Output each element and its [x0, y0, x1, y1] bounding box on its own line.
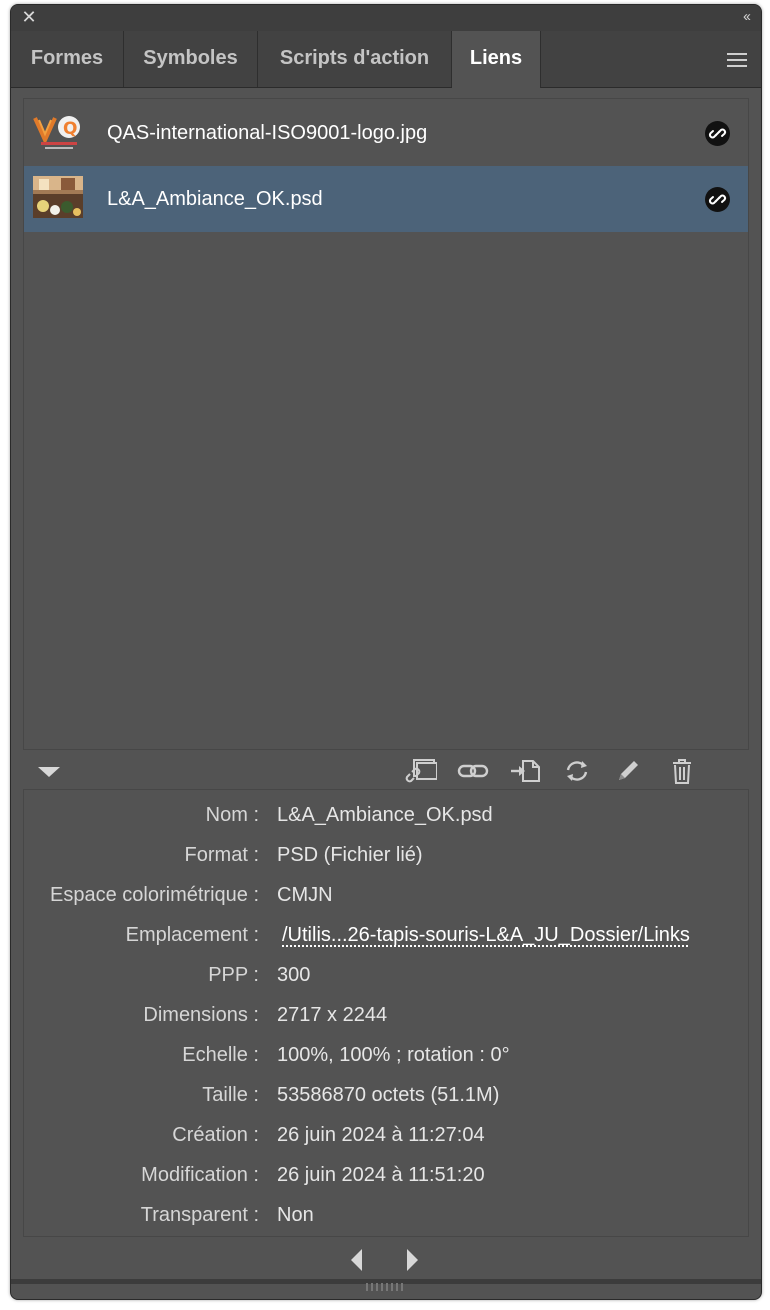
info-row-name: Nom : L&A_Ambiance_OK.psd: [24, 795, 748, 835]
tab-bar: Formes Symboles Scripts d'action Liens: [11, 31, 761, 88]
info-row-location: Emplacement : /Utilis...26-tapis-souris-…: [24, 915, 748, 955]
info-label: Espace colorimétrique :: [50, 884, 259, 906]
info-row-modified: Modification : 26 juin 2024 à 11:51:20: [24, 1155, 748, 1195]
list-item[interactable]: Q QAS-international-ISO9001-logo.jpg: [24, 100, 748, 166]
previous-link-icon[interactable]: [351, 1249, 362, 1271]
info-value: 300: [277, 964, 311, 986]
info-label: Création :: [172, 1124, 259, 1146]
resize-grip-icon[interactable]: [366, 1283, 406, 1291]
tab-scripts-action[interactable]: Scripts d'action: [258, 31, 452, 87]
info-value: PSD (Fichier lié): [277, 844, 423, 866]
update-link-icon[interactable]: [561, 757, 593, 785]
location-link[interactable]: /Utilis...26-tapis-souris-L&A_JU_Dossier…: [282, 915, 690, 955]
tab-symboles[interactable]: Symboles: [124, 31, 258, 87]
next-link-icon[interactable]: [407, 1249, 418, 1271]
link-icon[interactable]: [705, 121, 730, 146]
logo-thumbnail: Q: [33, 110, 83, 152]
info-value: 26 juin 2024 à 11:51:20: [277, 1164, 485, 1186]
link-name: L&A_Ambiance_OK.psd: [107, 188, 323, 210]
tab-formes[interactable]: Formes: [11, 31, 124, 87]
info-value: L&A_Ambiance_OK.psd: [277, 804, 493, 826]
link-name: QAS-international-ISO9001-logo.jpg: [107, 122, 428, 144]
info-label: Taille :: [202, 1084, 259, 1106]
info-value: 100%, 100% ; rotation : 0°: [277, 1044, 510, 1066]
info-label: Echelle :: [182, 1044, 259, 1066]
info-row-colorspace: Espace colorimétrique : CMJN: [24, 875, 748, 915]
info-row-size: Taille : 53586870 octets (51.1M): [24, 1075, 748, 1115]
relink-from-library-icon[interactable]: [401, 757, 438, 785]
edit-original-icon[interactable]: [613, 757, 645, 785]
panel-menu-icon[interactable]: [727, 53, 747, 67]
close-icon[interactable]: ✕: [20, 8, 38, 26]
ambiance-thumbnail: [33, 176, 83, 218]
go-to-link-icon[interactable]: [509, 757, 541, 785]
info-row-dimensions: Dimensions : 2717 x 2244: [24, 995, 748, 1035]
links-list: Q QAS-international-ISO9001-logo.jpg L&A…: [23, 98, 749, 750]
info-row-scale: Echelle : 100%, 100% ; rotation : 0°: [24, 1035, 748, 1075]
info-label: Emplacement :: [125, 924, 259, 946]
disclosure-triangle-icon[interactable]: [38, 767, 60, 777]
tab-liens[interactable]: Liens: [452, 31, 541, 88]
links-toolbar: [11, 753, 761, 789]
info-label: PPP :: [208, 964, 259, 986]
info-row-transparent: Transparent : Non: [24, 1195, 748, 1235]
info-label: Modification :: [141, 1164, 259, 1186]
svg-text:Q: Q: [63, 119, 77, 139]
panel-titlebar: ✕ ‹‹: [11, 5, 761, 31]
list-item-selected[interactable]: L&A_Ambiance_OK.psd: [24, 166, 748, 232]
info-label: Format :: [184, 844, 259, 866]
info-label: Transparent :: [140, 1204, 259, 1226]
info-value: Non: [277, 1204, 314, 1226]
info-row-created: Création : 26 juin 2024 à 11:27:04: [24, 1115, 748, 1155]
info-value: 26 juin 2024 à 11:27:04: [277, 1124, 485, 1146]
info-row-format: Format : PSD (Fichier lié): [24, 835, 748, 875]
info-label: Dimensions :: [143, 1004, 259, 1026]
collapse-panel-icon[interactable]: ‹‹: [743, 9, 751, 25]
info-value: 53586870 octets (51.1M): [277, 1084, 500, 1106]
info-label: Nom :: [205, 804, 259, 826]
link-info-panel: Nom : L&A_Ambiance_OK.psd Format : PSD (…: [23, 789, 749, 1237]
info-value: 2717 x 2244: [277, 1004, 388, 1026]
link-icon[interactable]: [705, 187, 730, 212]
info-row-ppi: PPP : 300: [24, 955, 748, 995]
delete-icon[interactable]: [666, 757, 698, 785]
relink-icon[interactable]: [457, 757, 489, 785]
info-value: CMJN: [277, 884, 333, 906]
links-panel: ✕ ‹‹ Formes Symboles Scripts d'action Li…: [10, 4, 762, 1300]
